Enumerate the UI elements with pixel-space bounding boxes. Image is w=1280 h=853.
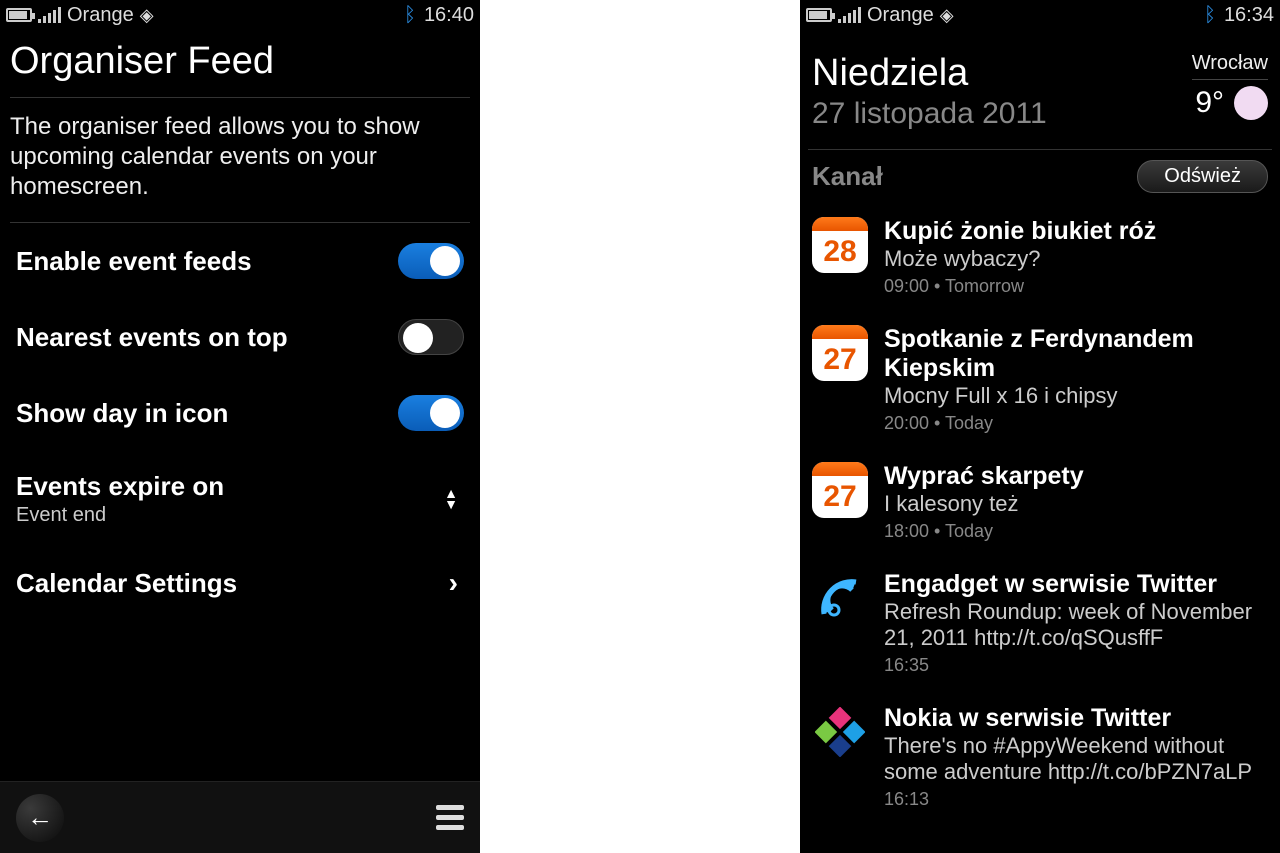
day-date: 27 listopada 2011 bbox=[812, 97, 1192, 131]
feed-item-meta: 20:00 • Today bbox=[884, 413, 1268, 434]
page-title: Organiser Feed bbox=[10, 30, 470, 98]
feed-item[interactable]: 27 Wyprać skarpetyI kalesony też 18:00 • T… bbox=[808, 448, 1272, 556]
feed-item[interactable]: Engadget w serwisie TwitterRefresh Round… bbox=[808, 556, 1272, 690]
feed-item[interactable]: 28 Kupić żonie biukiet różMoże wybaczy? 09… bbox=[808, 203, 1272, 311]
setting-nearest-on-top[interactable]: Nearest events on top bbox=[10, 299, 470, 375]
feed-item-title: Kupić żonie biukiet róż bbox=[884, 217, 1268, 246]
bluetooth-icon: ᛒ bbox=[404, 4, 416, 27]
calendar-icon: 27 bbox=[812, 325, 868, 381]
toolbar: ← bbox=[0, 781, 480, 853]
feed-item-subtitle: There's no #AppyWeekend without some adv… bbox=[884, 733, 1268, 785]
feed-list[interactable]: 28 Kupić żonie biukiet różMoże wybaczy? 09… bbox=[808, 203, 1272, 824]
weather-moon-icon bbox=[1234, 86, 1268, 120]
toggle-show-day-icon[interactable] bbox=[398, 395, 464, 431]
toggle-nearest-on-top[interactable] bbox=[398, 319, 464, 355]
weather-temp: 9° bbox=[1195, 86, 1224, 120]
feed-item-meta: 18:00 • Today bbox=[884, 521, 1268, 542]
weather-city: Wrocław bbox=[1192, 52, 1268, 80]
engadget-icon bbox=[812, 570, 868, 626]
battery-icon bbox=[6, 8, 32, 22]
clock: 16:40 bbox=[424, 4, 474, 27]
battery-icon bbox=[806, 8, 832, 22]
feed-item[interactable]: 27 Spotkanie z Ferdynandem KiepskimMocny … bbox=[808, 311, 1272, 448]
wifi-icon: ◈ bbox=[140, 6, 154, 24]
clock: 16:34 bbox=[1224, 4, 1274, 27]
feed-item[interactable]: Nokia w serwisie TwitterThere's no #Appy… bbox=[808, 690, 1272, 824]
nokia-icon bbox=[812, 704, 868, 760]
setting-enable-feeds[interactable]: Enable event feeds bbox=[10, 223, 470, 299]
carrier-label: Orange bbox=[67, 4, 134, 27]
signal-icon bbox=[38, 7, 61, 23]
updown-icon: ▲▼ bbox=[444, 488, 464, 510]
back-button[interactable]: ← bbox=[16, 794, 64, 842]
day-header: Niedziela 27 listopada 2011 Wrocław 9° bbox=[808, 30, 1272, 150]
feed-item-subtitle: I kalesony też bbox=[884, 491, 1268, 517]
wifi-icon: ◈ bbox=[940, 6, 954, 24]
feed-section-label: Kanał bbox=[812, 161, 883, 192]
setting-value: Event end bbox=[16, 504, 444, 527]
chevron-right-icon: › bbox=[449, 567, 464, 599]
feed-item-subtitle: Refresh Roundup: week of November 21, 20… bbox=[884, 599, 1268, 651]
feed-item-subtitle: Mocny Full x 16 i chipsy bbox=[884, 383, 1268, 409]
feed-item-title: Nokia w serwisie Twitter bbox=[884, 704, 1268, 733]
setting-label: Events expire on bbox=[16, 471, 444, 502]
setting-calendar-settings[interactable]: Calendar Settings › bbox=[10, 547, 470, 619]
setting-label: Calendar Settings bbox=[16, 568, 449, 599]
setting-label: Show day in icon bbox=[16, 398, 398, 429]
feed-item-meta: 09:00 • Tomorrow bbox=[884, 276, 1268, 297]
toggle-enable-feeds[interactable] bbox=[398, 243, 464, 279]
feed-item-title: Engadget w serwisie Twitter bbox=[884, 570, 1268, 599]
status-bar: Orange ◈ ᛒ 16:40 bbox=[0, 0, 480, 30]
setting-label: Nearest events on top bbox=[16, 322, 398, 353]
signal-icon bbox=[838, 7, 861, 23]
refresh-button[interactable]: Odśwież bbox=[1137, 160, 1268, 193]
day-name: Niedziela bbox=[812, 52, 1192, 95]
setting-events-expire[interactable]: Events expire on Event end ▲▼ bbox=[10, 451, 470, 547]
feed-item-meta: 16:13 bbox=[884, 789, 1268, 810]
feed-item-title: Wyprać skarpety bbox=[884, 462, 1268, 491]
menu-button[interactable] bbox=[436, 805, 464, 830]
settings-screen: Orange ◈ ᛒ 16:40 Organiser Feed The orga… bbox=[0, 0, 480, 853]
feed-item-meta: 16:35 bbox=[884, 655, 1268, 676]
feed-item-title: Spotkanie z Ferdynandem Kiepskim bbox=[884, 325, 1268, 383]
weather-widget[interactable]: Wrocław 9° bbox=[1192, 52, 1268, 120]
feed-screen: Orange ◈ ᛒ 16:34 Niedziela 27 listopada … bbox=[800, 0, 1280, 853]
feed-item-subtitle: Może wybaczy? bbox=[884, 246, 1268, 272]
calendar-icon: 27 bbox=[812, 462, 868, 518]
setting-show-day-icon[interactable]: Show day in icon bbox=[10, 375, 470, 451]
page-description: The organiser feed allows you to show up… bbox=[10, 98, 470, 223]
gap bbox=[480, 0, 800, 853]
setting-label: Enable event feeds bbox=[16, 246, 398, 277]
calendar-icon: 28 bbox=[812, 217, 868, 273]
status-bar: Orange ◈ ᛒ 16:34 bbox=[800, 0, 1280, 30]
carrier-label: Orange bbox=[867, 4, 934, 27]
bluetooth-icon: ᛒ bbox=[1204, 4, 1216, 27]
